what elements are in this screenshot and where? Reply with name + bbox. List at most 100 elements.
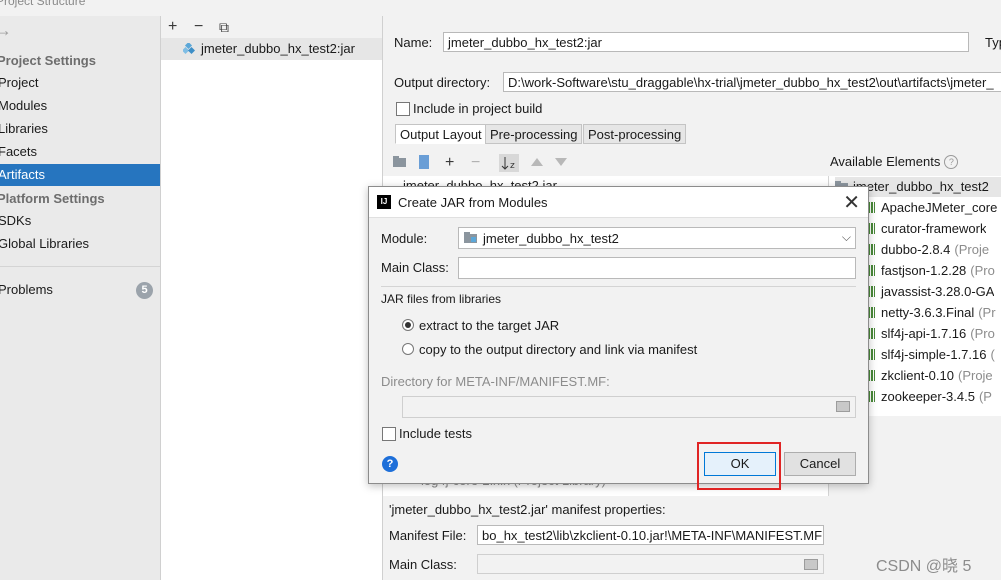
tab-output-layout[interactable]: Output Layout [395, 124, 487, 144]
include-tests-label: Include tests [399, 426, 472, 441]
sort-icon[interactable]: z [499, 154, 519, 172]
output-directory-input[interactable]: D:\work-Software\stu_draggable\hx-trial\… [503, 72, 1001, 92]
main-class-input[interactable] [477, 554, 824, 574]
library-scope: (Proje [954, 242, 990, 257]
available-library-item[interactable]: zookeeper-3.4.5 (P [865, 387, 992, 407]
available-library-item[interactable]: slf4j-api-1.7.16 (Pro [865, 324, 995, 344]
available-library-item[interactable]: dubbo-2.8.4 (Proje [865, 240, 989, 260]
output-directory-label: Output directory: [394, 75, 491, 90]
library-name: zkclient-0.10 [881, 368, 954, 383]
sidebar-item-libraries[interactable]: Libraries [0, 118, 160, 140]
copy-to-output-label: copy to the output directory and link vi… [419, 342, 698, 357]
browse-folder-icon[interactable] [836, 401, 850, 412]
copy-to-output-radio[interactable] [402, 343, 414, 355]
available-elements-label: Available Elements? [830, 154, 959, 169]
artifact-name-input[interactable]: jmeter_dubbo_hx_test2:jar [443, 32, 969, 52]
name-label: Name: [394, 35, 433, 50]
forward-arrow-icon[interactable]: → [0, 20, 12, 41]
library-scope: (Pro [970, 326, 995, 341]
available-library-item[interactable]: ApacheJMeter_core [865, 198, 997, 218]
csdn-watermark: CSDN @晓 5 [876, 558, 972, 575]
chevron-down-icon[interactable]: ⌵ [842, 230, 851, 245]
help-icon[interactable]: ? [382, 456, 398, 472]
new-folder-icon[interactable] [393, 156, 407, 168]
manifest-dir-label: Directory for META-INF/MANIFEST.MF: [381, 374, 610, 389]
help-icon[interactable]: ? [944, 155, 959, 169]
archive-icon[interactable] [419, 155, 429, 169]
dialog-divider [381, 286, 856, 287]
module-select[interactable]: jmeter_dubbo_hx_test2 ⌵ [458, 227, 856, 249]
close-icon[interactable]: ✕ [843, 190, 860, 215]
library-name: javassist-3.28.0-GA [881, 284, 995, 299]
artifact-list-panel: + − ⧉ jmeter_dubbo_hx_test2:jar [161, 16, 383, 580]
library-name: ApacheJMeter_core [881, 200, 998, 215]
browse-folder-icon[interactable] [804, 559, 818, 570]
dialog-main-class-label: Main Class: [381, 260, 449, 275]
tab-post-processing[interactable]: Post-processing [583, 124, 687, 144]
include-in-build-label: Include in project build [413, 101, 543, 116]
artifact-item[interactable]: jmeter_dubbo_hx_test2:jar [161, 38, 382, 60]
library-name: netty-3.6.3.Final [881, 305, 975, 320]
artifact-item-label: jmeter_dubbo_hx_test2:jar [201, 41, 355, 56]
svg-text:z: z [510, 161, 515, 171]
manifest-dir-input[interactable] [402, 396, 856, 418]
sidebar-item-modules[interactable]: Modules [0, 95, 160, 117]
manifest-properties-label: 'jmeter_dubbo_hx_test2.jar' manifest pro… [389, 502, 666, 517]
include-in-build-checkbox[interactable] [396, 102, 410, 116]
add-icon[interactable]: + [168, 16, 177, 38]
library-name: fastjson-1.2.28 [881, 263, 967, 278]
main-class-label: Main Class: [389, 557, 457, 572]
available-library-item[interactable]: netty-3.6.3.Final (Pr [865, 303, 996, 323]
available-library-item[interactable]: javassist-3.28.0-GA [865, 282, 994, 302]
available-library-item[interactable]: zkclient-0.10 (Proje [865, 366, 993, 386]
create-jar-dialog: IJ Create JAR from Modules ✕ Module: jme… [368, 186, 869, 484]
library-name: slf4j-simple-1.7.16 [881, 347, 987, 362]
platform-settings-header: Platform Settings [0, 191, 105, 206]
library-name: zookeeper-3.4.5 [881, 389, 975, 404]
window-titlebar: Project Structure [0, 0, 1001, 16]
sidebar-item-sdks[interactable]: SDKs [0, 210, 160, 232]
jar-artifact-icon [183, 43, 195, 55]
move-up-icon[interactable] [531, 158, 543, 166]
sidebar-item-global-libraries[interactable]: Global Libraries [0, 233, 160, 255]
artifact-list-toolbar: + − ⧉ [161, 16, 382, 38]
tab-pre-processing[interactable]: Pre-processing [485, 124, 583, 144]
library-scope: (P [978, 389, 992, 404]
module-label: Module: [381, 231, 428, 246]
intellij-app-icon: IJ [377, 195, 391, 209]
manifest-file-input[interactable]: bo_hx_test2\lib\zkclient-0.10.jar!\META-… [477, 525, 824, 545]
jar-files-section-label: JAR files from libraries [381, 292, 502, 306]
library-name: curator-framework [881, 221, 987, 236]
dialog-main-class-input[interactable] [458, 257, 856, 279]
available-library-item[interactable]: curator-framework [865, 219, 986, 239]
extract-to-jar-label: extract to the target JAR [419, 318, 560, 333]
problems-count-badge: 5 [136, 282, 153, 299]
sidebar-item-artifacts[interactable]: Artifacts [0, 164, 160, 186]
module-select-value: jmeter_dubbo_hx_test2 [483, 231, 619, 246]
sidebar-item-facets[interactable]: Facets [0, 141, 160, 163]
project-settings-header: Project Settings [0, 53, 96, 68]
dialog-title: Create JAR from Modules [398, 195, 548, 210]
cancel-button[interactable]: Cancel [784, 452, 856, 476]
sidebar: → Project Settings Project Modules Libra… [0, 16, 161, 580]
sidebar-item-project[interactable]: Project [0, 72, 160, 94]
library-name: dubbo-2.8.4 [881, 242, 951, 257]
module-icon [464, 232, 477, 243]
move-down-icon[interactable] [555, 158, 567, 166]
copy-icon[interactable]: ⧉ [219, 16, 229, 38]
remove-icon[interactable]: − [194, 16, 203, 38]
add-element-icon[interactable]: + [445, 152, 454, 174]
dialog-titlebar: IJ Create JAR from Modules ✕ [369, 187, 868, 218]
layout-toolbar: + − z Available Elements? [383, 150, 1001, 176]
include-tests-checkbox[interactable] [382, 427, 396, 441]
sidebar-divider [0, 266, 160, 267]
library-scope: (Proje [957, 368, 993, 383]
available-library-item[interactable]: fastjson-1.2.28 (Pro [865, 261, 995, 281]
type-label: Typ [985, 35, 1001, 50]
library-name: slf4j-api-1.7.16 [881, 326, 967, 341]
available-library-item[interactable]: slf4j-simple-1.7.16( [865, 345, 995, 365]
extract-to-jar-radio[interactable] [402, 319, 414, 331]
remove-element-icon[interactable]: − [471, 152, 480, 174]
library-scope: (Pro [970, 263, 995, 278]
library-scope: ( [990, 347, 995, 362]
